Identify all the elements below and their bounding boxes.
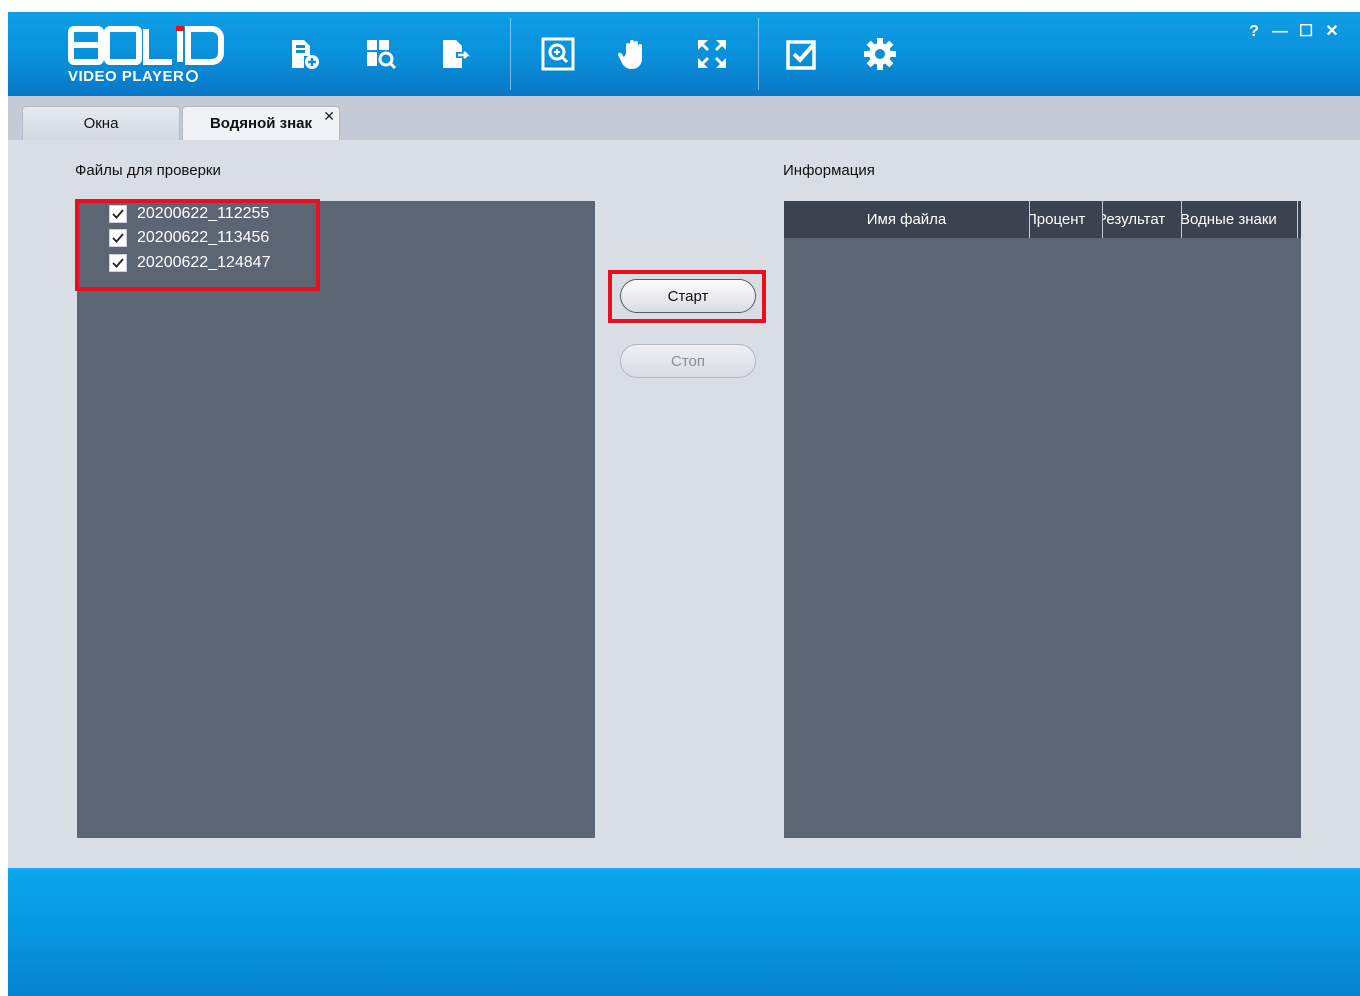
tab-watermark[interactable]: Водяной знак ✕ <box>182 106 340 140</box>
tab-label: Водяной знак <box>209 115 313 132</box>
column-header-result[interactable]: Результат <box>1103 201 1182 238</box>
tab-close-icon[interactable]: ✕ <box>323 108 335 125</box>
zoom-icon[interactable] <box>538 34 578 74</box>
column-header-watermarks[interactable]: Водные знаки <box>1182 201 1298 238</box>
files-section-title: Файлы для проверки <box>75 162 221 179</box>
maximize-button[interactable]: ☐ <box>1296 22 1316 42</box>
file-checkbox[interactable] <box>109 205 127 223</box>
toolbar-separator <box>510 18 511 90</box>
watermark-content: Файлы для проверки 20200622_112255 20200… <box>8 140 1360 868</box>
tab-label: Окна <box>83 115 119 132</box>
list-item[interactable]: 20200622_112255 <box>109 203 269 225</box>
list-item[interactable]: 20200622_113456 <box>109 227 269 249</box>
toolbar-separator <box>758 18 759 90</box>
settings-icon[interactable] <box>860 34 900 74</box>
add-file-icon[interactable] <box>284 34 324 74</box>
column-header-filename[interactable]: Имя файла <box>784 201 1030 238</box>
app-window: VIDEO PLAYER ? — ☐ ✕ Окна Водяной знак ✕… <box>0 0 1360 996</box>
column-header-percent[interactable]: Процент <box>1030 201 1103 238</box>
files-list[interactable]: 20200622_112255 20200622_113456 20200622… <box>77 201 595 838</box>
file-name: 20200622_113456 <box>137 229 270 246</box>
close-button[interactable]: ✕ <box>1322 22 1342 42</box>
help-button[interactable]: ? <box>1244 22 1264 42</box>
checkmark-icon <box>112 258 124 268</box>
file-checkbox[interactable] <box>109 229 127 247</box>
fullscreen-icon[interactable] <box>692 34 732 74</box>
checklist-icon[interactable] <box>782 34 822 74</box>
header-toolbar: VIDEO PLAYER ? — ☐ ✕ <box>8 12 1360 96</box>
info-section-title: Информация <box>783 162 875 179</box>
checkmark-icon <box>112 233 124 243</box>
start-button[interactable]: Старт <box>620 279 756 313</box>
tab-windows[interactable]: Окна <box>22 106 180 140</box>
export-file-icon[interactable] <box>434 34 474 74</box>
checkmark-icon <box>112 209 124 219</box>
table-header: Имя файла Процент Результат Водные знаки <box>784 201 1301 238</box>
tab-strip: Окна Водяной знак ✕ <box>8 96 1360 140</box>
file-name: 20200622_124847 <box>137 254 271 271</box>
hand-icon[interactable] <box>614 34 654 74</box>
search-file-icon[interactable] <box>360 34 400 74</box>
list-item[interactable]: 20200622_124847 <box>109 252 270 274</box>
file-checkbox[interactable] <box>109 254 127 272</box>
logo-bolid-icon <box>68 26 224 65</box>
minimize-button[interactable]: — <box>1270 22 1290 42</box>
info-table: Имя файла Процент Результат Водные знаки <box>784 201 1301 838</box>
play-icon <box>186 70 199 82</box>
stop-button[interactable]: Стоп <box>620 344 756 378</box>
logo: VIDEO PLAYER <box>66 26 246 88</box>
footer-bar <box>8 868 1360 996</box>
file-name: 20200622_112255 <box>137 205 270 222</box>
logo-subtitle: VIDEO PLAYER <box>68 68 199 85</box>
logo-mark <box>68 26 240 66</box>
